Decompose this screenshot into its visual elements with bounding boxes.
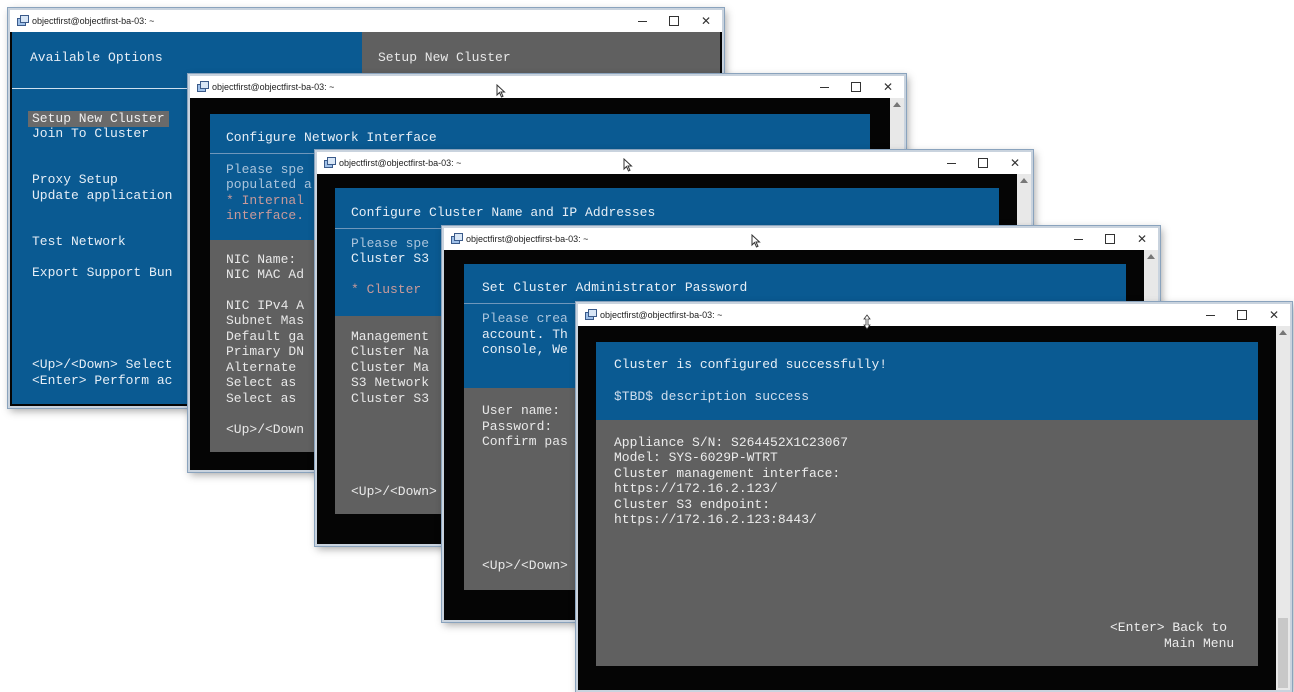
desc-line: Please crea [482,311,568,326]
field-label: Select as [226,375,297,390]
maximize-button[interactable] [658,10,690,32]
panel-heading: Configure Cluster Name and IP Addresses [351,205,656,220]
maximize-button[interactable] [1226,304,1258,326]
field-label: NIC IPv4 A [226,298,305,313]
hint-select: <Up>/<Down> Select [32,357,173,372]
maximize-button[interactable] [1094,228,1126,250]
back-to-main-menu-action[interactable]: <Enter> Back to [1110,620,1227,636]
desc-line: populated a [226,177,312,192]
scroll-up-arrow-icon[interactable] [1279,330,1287,335]
desc-line: Cluster S3 [351,251,430,266]
close-button[interactable]: ✕ [872,76,904,98]
desc-line: console, We [482,342,568,357]
menu-item-setup-new-cluster[interactable]: Setup New Cluster [28,111,169,127]
titlebar[interactable]: objectfirst@objectfirst-ba-03: ~ ✕ [317,152,1031,174]
confirm-password-label: Confirm pas [482,434,568,449]
panel-heading: Set Cluster Administrator Password [482,280,748,295]
scroll-up-arrow-icon[interactable] [1020,178,1028,183]
hint-navigation: <Up>/<Down> [351,484,437,499]
detail-s3-url[interactable]: https://172.16.2.123:8443/ [614,512,817,528]
window-title: objectfirst@objectfirst-ba-03: ~ [466,234,589,244]
putty-icon [196,81,209,93]
minimize-button[interactable] [1194,304,1226,326]
detail-serial-number: Appliance S/N: S264452X1C23067 [614,435,849,450]
field-label: Subnet Mas [226,313,305,328]
terminal-window-success[interactable]: objectfirst@objectfirst-ba-03: ~ ✕ Clust… [576,302,1292,692]
detail-model: Model: SYS-6029P-WTRT [614,450,778,465]
titlebar[interactable]: objectfirst@objectfirst-ba-03: ~ ✕ [190,76,904,98]
mouse-pointer-icon [496,84,506,98]
titlebar[interactable]: objectfirst@objectfirst-ba-03: ~ ✕ [444,228,1158,250]
minimize-button[interactable] [1062,228,1094,250]
success-heading: Cluster is configured successfully! [614,357,888,372]
mouse-pointer-icon [623,158,633,172]
hint-navigation: <Up>/<Down> [482,558,568,573]
username-label: User name: [482,403,561,418]
hint-perform: <Enter> Perform ac [32,373,173,388]
back-to-main-menu-action-line2[interactable]: Main Menu [1164,636,1234,652]
field-label: Default ga [226,329,305,344]
close-button[interactable]: ✕ [1126,228,1158,250]
titlebar[interactable]: objectfirst@objectfirst-ba-03: ~ ✕ [578,304,1290,326]
panel-heading: Configure Network Interface [226,130,437,145]
menu-item-export-support-bundle[interactable]: Export Support Bun [32,265,172,281]
close-button[interactable]: ✕ [690,10,722,32]
detail-s3-label: Cluster S3 endpoint: [614,497,771,512]
desc-line: account. Th [482,327,568,342]
menu-item-proxy-setup[interactable]: Proxy Setup [32,172,118,188]
detail-mgmt-label: Cluster management interface: [614,466,841,481]
window-title: objectfirst@objectfirst-ba-03: ~ [32,16,155,26]
field-label: Select as [226,391,297,406]
putty-icon [450,233,463,245]
success-description: $TBD$ description success [614,389,810,404]
minimize-button[interactable] [935,152,967,174]
field-label: Cluster Na [351,344,430,359]
menu-item-join-to-cluster[interactable]: Join To Cluster [32,126,149,142]
hint-navigation: <Up>/<Down [226,422,305,437]
maximize-button[interactable] [840,76,872,98]
putty-icon [323,157,336,169]
window-title: objectfirst@objectfirst-ba-03: ~ [212,82,335,92]
mouse-pointer-icon [751,234,761,248]
field-label: Cluster S3 [351,391,430,406]
field-label: NIC Name: [226,252,297,267]
desc-line: Please spe [226,162,305,177]
close-button[interactable]: ✕ [999,152,1031,174]
scroll-thumb[interactable] [1278,618,1288,688]
putty-icon [16,15,29,27]
field-label: Primary DN [226,344,305,359]
menu-item-update-application[interactable]: Update application [32,188,172,204]
success-header-panel [596,342,1258,420]
password-label: Password: [482,419,553,434]
scrollbar[interactable] [1276,326,1290,690]
window-title: objectfirst@objectfirst-ba-03: ~ [339,158,462,168]
scroll-up-arrow-icon[interactable] [893,102,901,107]
minimize-button[interactable] [626,10,658,32]
menu-item-test-network[interactable]: Test Network [32,234,126,250]
desc-line: * Cluster [351,282,422,297]
field-label: Cluster Ma [351,360,430,375]
resize-vertical-cursor-icon [863,314,871,330]
titlebar[interactable]: objectfirst@objectfirst-ba-03: ~ ✕ [10,10,722,32]
window-title: objectfirst@objectfirst-ba-03: ~ [600,310,723,320]
putty-icon [584,309,597,321]
minimize-button[interactable] [808,76,840,98]
field-label: Management [351,329,430,344]
field-label: S3 Network [351,375,430,390]
field-label: NIC MAC Ad [226,267,305,282]
desc-line: interface. [226,208,305,223]
close-button[interactable]: ✕ [1258,304,1290,326]
scroll-up-arrow-icon[interactable] [1147,254,1155,259]
desc-line: Please spe [351,236,430,251]
right-heading: Setup New Cluster [378,50,511,65]
field-label: Alternate [226,360,297,375]
desc-line: * Internal [226,193,305,208]
options-heading: Available Options [30,50,163,65]
detail-mgmt-url[interactable]: https://172.16.2.123/ [614,481,778,497]
maximize-button[interactable] [967,152,999,174]
